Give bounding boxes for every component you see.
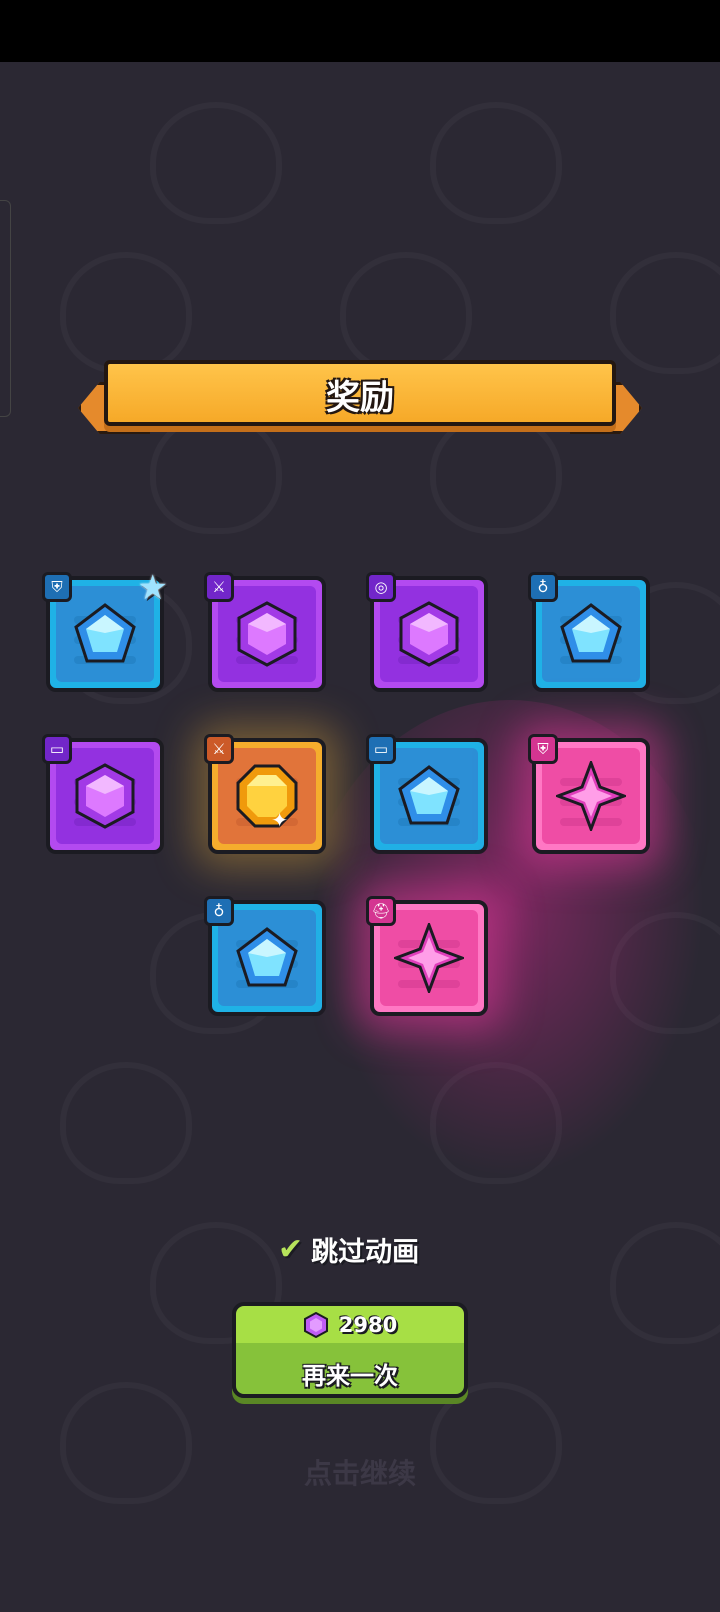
retry-cost-value: 2980 (338, 1313, 398, 1337)
necklace-icon: ♁ (204, 896, 234, 926)
reward-card[interactable]: ⛨ ★ (42, 568, 168, 692)
continue-hint[interactable]: 点击继续 (0, 1452, 720, 1492)
retry-cost: 2980 (236, 1312, 464, 1338)
banner-ribbon: 奖励 (104, 360, 616, 426)
reward-card[interactable]: ♁ (528, 572, 650, 692)
reward-card[interactable]: ⚔ (204, 572, 326, 692)
purple-gem-icon (303, 1312, 328, 1338)
reward-banner: 奖励 (78, 360, 642, 450)
reward-card[interactable]: ◎ (366, 572, 488, 692)
helmet-icon: ⛑ (366, 896, 396, 926)
purple-hexagon-gem-icon (75, 763, 135, 829)
blue-pentagon-gem-icon (74, 603, 136, 663)
purple-hexagon-gem-icon (237, 601, 297, 667)
reward-card[interactable]: ♁ (204, 896, 326, 1016)
purple-hexagon-gem-icon (399, 601, 459, 667)
reward-card[interactable]: ⛨ (528, 734, 650, 854)
armor-icon: ⛨ (528, 734, 558, 764)
reward-card[interactable]: ▭ (42, 734, 164, 854)
star-icon: ★ (137, 568, 168, 608)
retry-button-label: 再来一次 (302, 1362, 398, 1390)
ring-icon: ◎ (366, 572, 396, 602)
necklace-icon: ♁ (528, 572, 558, 602)
reward-card[interactable]: ⚔ ✦ (204, 734, 326, 854)
belt-icon: ▭ (42, 734, 72, 764)
checkmark-icon[interactable]: ✔ (278, 1232, 303, 1267)
reward-card[interactable]: ▭ (366, 734, 488, 854)
skip-animation-label: 跳过动画 (311, 1237, 420, 1268)
armor-icon: ⛨ (42, 572, 72, 602)
sparkle-icon: ✦ (271, 808, 288, 832)
blue-pentagon-gem-icon (560, 603, 622, 663)
blue-pentagon-gem-icon (398, 765, 460, 825)
belt-icon: ▭ (366, 734, 396, 764)
reward-card[interactable]: ⛑ (366, 896, 488, 1016)
blue-pentagon-gem-icon (236, 927, 298, 987)
banner-title: 奖励 (326, 378, 394, 418)
sword-icon: ⚔ (204, 734, 234, 764)
gold-octagon-gem-icon (236, 764, 298, 828)
skip-animation-toggle[interactable]: ✔ 跳过动画 (278, 1230, 419, 1269)
sword-icon: ⚔ (204, 572, 234, 602)
pink-star-gem-icon (556, 761, 626, 831)
retry-button[interactable]: 2980 再来一次 (232, 1302, 468, 1398)
pink-star-gem-icon (394, 923, 464, 993)
status-bar (0, 0, 720, 62)
